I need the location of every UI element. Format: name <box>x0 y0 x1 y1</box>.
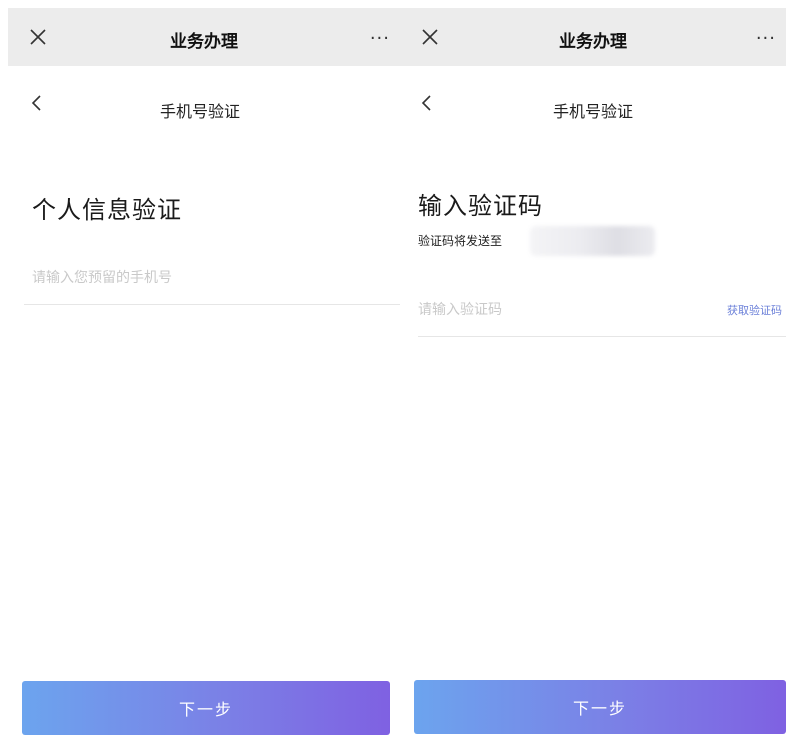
top-bar: 业务办理 ··· <box>400 8 786 66</box>
page-title: 手机号验证 <box>159 102 240 121</box>
code-destination-note: 验证码将发送至 <box>418 234 503 248</box>
nav-bar: 手机号验证 <box>0 80 400 130</box>
get-code-link[interactable]: 获取验证码 <box>727 302 782 318</box>
section-heading: 个人信息验证 <box>32 196 182 224</box>
section-heading: 输入验证码 <box>418 192 543 220</box>
page-title: 手机号验证 <box>552 102 633 121</box>
top-bar: 业务办理 ··· <box>8 8 400 66</box>
next-button[interactable]: 下一步 <box>414 680 786 734</box>
phone-input-row <box>24 256 400 305</box>
phone-entry-screen: 业务办理 ··· 手机号验证 个人信息验证 下一步 <box>0 0 400 735</box>
code-entry-screen: 业务办理 ··· 手机号验证 输入验证码 验证码将发送至 获取验证码 下一步 <box>400 0 786 735</box>
more-options-icon[interactable]: ··· <box>370 30 390 48</box>
next-button[interactable]: 下一步 <box>22 681 390 735</box>
code-input-row: 获取验证码 <box>418 288 786 337</box>
nav-bar: 手机号验证 <box>400 80 786 130</box>
masked-phone-number <box>530 226 655 256</box>
verification-code-input[interactable] <box>418 296 648 324</box>
more-options-icon[interactable]: ··· <box>756 30 776 48</box>
phone-input[interactable] <box>32 264 332 292</box>
top-bar-title: 业务办理 <box>559 32 627 52</box>
top-bar-title: 业务办理 <box>170 32 238 52</box>
